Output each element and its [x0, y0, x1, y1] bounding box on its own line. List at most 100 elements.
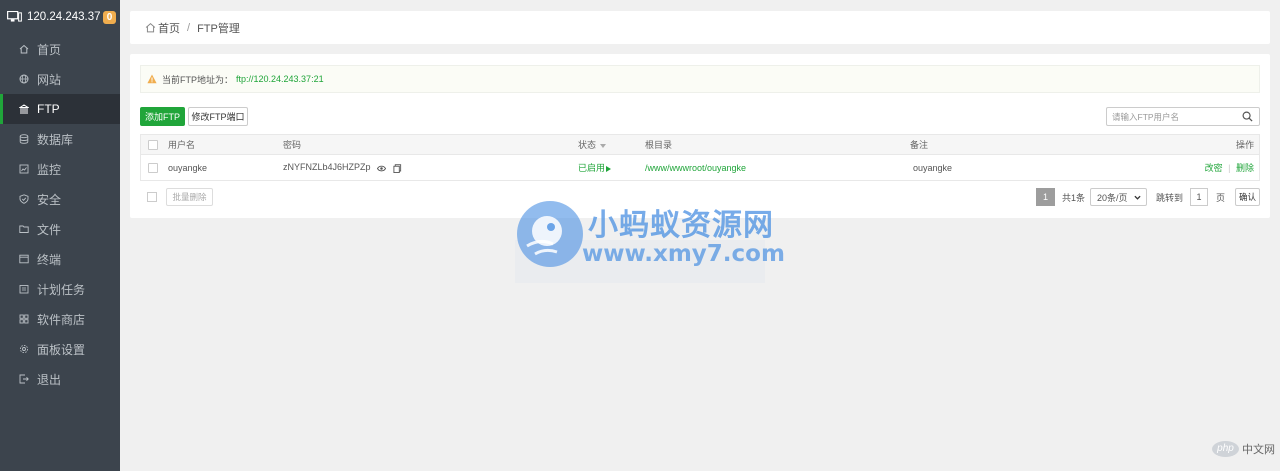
server-header[interactable]: 120.24.243.37 0: [0, 0, 120, 33]
header-remark: 备注: [910, 140, 929, 150]
ftp-address-alert: 当前FTP地址为： ftp://120.24.243.37:21: [140, 65, 1260, 93]
ftp-panel: 当前FTP地址为： ftp://120.24.243.37:21 添加FTP 修…: [130, 54, 1270, 218]
watermark-title: 小蚂蚁资源网: [588, 208, 774, 243]
sidebar: 120.24.243.37 0 首页 网站 FTP 数据库 监控 安全 文件 终…: [0, 0, 120, 471]
breadcrumb: 首页 / FTP管理: [130, 11, 1270, 44]
header-actions: 操作: [1235, 140, 1254, 150]
sidebar-item-label: 网站: [37, 72, 62, 87]
sidebar-item-label: 首页: [37, 42, 62, 57]
monitor-icon: [19, 164, 29, 174]
calendar-icon: [19, 284, 29, 294]
sidebar-item-website[interactable]: 网站: [0, 64, 120, 94]
search-icon[interactable]: [1242, 111, 1253, 122]
folder-icon: [19, 224, 29, 234]
status-toggle[interactable]: 已启用: [578, 161, 612, 174]
header-username: 用户名: [168, 140, 196, 150]
copy-icon[interactable]: [393, 163, 402, 173]
sidebar-item-monitor[interactable]: 监控: [0, 154, 120, 184]
sidebar-item-label: 监控: [37, 162, 62, 177]
cell-root-dir[interactable]: /www/wwwroot/ouyangke: [645, 163, 746, 173]
warning-icon: [147, 74, 157, 84]
sidebar-item-logout[interactable]: 退出: [0, 364, 120, 394]
total-count: 共1条: [1062, 192, 1086, 203]
jump-label: 跳转到: [1156, 192, 1184, 203]
search-input[interactable]: [1107, 108, 1239, 125]
select-all-checkbox[interactable]: [148, 139, 158, 150]
page-unit: 页: [1216, 192, 1226, 203]
sidebar-item-store[interactable]: 软件商店: [0, 304, 120, 334]
monitor-icon: [7, 11, 22, 22]
header-password: 密码: [283, 140, 302, 150]
database-icon: [19, 134, 29, 144]
batch-delete-button[interactable]: 批量删除: [166, 188, 213, 206]
gear-icon: [19, 344, 29, 354]
cell-actions: 改密 | 删除: [1205, 161, 1254, 174]
sidebar-item-database[interactable]: 数据库: [0, 124, 120, 154]
sidebar-item-home[interactable]: 首页: [0, 34, 120, 64]
sort-icon[interactable]: [600, 143, 607, 148]
action-separator: |: [1228, 163, 1231, 173]
sidebar-item-label: 计划任务: [37, 282, 86, 297]
delete-link[interactable]: 删除: [1236, 163, 1254, 173]
password-text: zNYFNZLb4J6HZPZp: [283, 162, 371, 173]
logout-icon: [19, 374, 29, 384]
globe-icon: [19, 74, 29, 84]
sidebar-item-label: 文件: [37, 222, 62, 237]
sidebar-item-label: 软件商店: [37, 312, 86, 327]
change-password-link[interactable]: 改密: [1205, 163, 1223, 173]
cell-password: zNYFNZLb4J6HZPZp: [283, 162, 402, 173]
sidebar-item-cron[interactable]: 计划任务: [0, 274, 120, 304]
home-icon: [19, 44, 29, 54]
footer-select-all-checkbox[interactable]: [147, 192, 157, 202]
per-page-value: 20条/页: [1097, 192, 1128, 203]
php-badge-text: 中文网: [1242, 444, 1275, 456]
eye-icon[interactable]: [377, 164, 387, 173]
pagination: 1 共1条 20条/页 跳转到 1 页 确认: [1036, 188, 1261, 206]
sidebar-item-security[interactable]: 安全: [0, 184, 120, 214]
terminal-icon: [19, 254, 29, 264]
breadcrumb-home[interactable]: 首页: [158, 20, 180, 36]
table-row: ouyangke zNYFNZLb4J6HZPZp 已启用 /www/wwwro…: [140, 155, 1260, 181]
ftp-icon: [19, 104, 29, 114]
current-page[interactable]: 1: [1036, 188, 1055, 206]
sidebar-item-ftp[interactable]: FTP: [0, 94, 120, 124]
server-ip: 120.24.243.37: [27, 10, 101, 23]
header-status-label: 状态: [578, 140, 597, 150]
apps-icon: [19, 314, 29, 324]
add-ftp-button[interactable]: 添加FTP: [140, 107, 185, 126]
header-root: 根目录: [645, 140, 673, 150]
search-box: [1106, 107, 1260, 126]
sidebar-item-label: 面板设置: [37, 342, 86, 357]
header-status[interactable]: 状态: [578, 138, 607, 151]
change-ftp-port-button[interactable]: 修改FTP端口: [188, 107, 248, 126]
notification-badge[interactable]: 0: [103, 11, 116, 24]
sidebar-menu: 首页 网站 FTP 数据库 监控 安全 文件 终端 计划任务 软件商店 面板设置…: [0, 34, 120, 394]
cell-remark[interactable]: ouyangke: [913, 163, 952, 173]
per-page-select[interactable]: 20条/页: [1090, 188, 1148, 206]
table-header: 用户名 密码 状态 根目录 备注 操作: [140, 134, 1260, 155]
row-checkbox[interactable]: [148, 162, 158, 173]
confirm-jump-button[interactable]: 确认: [1235, 188, 1261, 206]
home-icon[interactable]: [145, 22, 156, 33]
php-cn-badge: php 中文网: [1212, 441, 1275, 457]
play-icon: [606, 165, 612, 172]
sidebar-item-settings[interactable]: 面板设置: [0, 334, 120, 364]
watermark-url: www.xmy7.com: [582, 241, 785, 267]
sidebar-item-label: 安全: [37, 192, 62, 207]
status-label: 已启用: [578, 163, 606, 173]
sidebar-item-files[interactable]: 文件: [0, 214, 120, 244]
cell-username: ouyangke: [168, 162, 208, 173]
breadcrumb-separator: /: [187, 21, 191, 34]
sidebar-item-label: 终端: [37, 252, 62, 267]
ftp-table: 用户名 密码 状态 根目录 备注 操作 ouyangke zNYFNZLb4J6…: [140, 134, 1260, 181]
jump-input[interactable]: 1: [1190, 188, 1209, 206]
php-logo: php: [1212, 441, 1239, 457]
sidebar-item-label: 退出: [37, 372, 62, 387]
shield-icon: [19, 194, 29, 204]
alert-label: 当前FTP地址为：: [162, 74, 233, 85]
sidebar-item-terminal[interactable]: 终端: [0, 244, 120, 274]
chevron-down-icon: [1134, 195, 1141, 200]
sidebar-item-label: FTP: [37, 102, 60, 116]
breadcrumb-current: FTP管理: [197, 22, 240, 35]
ftp-address: ftp://120.24.243.37:21: [236, 74, 324, 84]
